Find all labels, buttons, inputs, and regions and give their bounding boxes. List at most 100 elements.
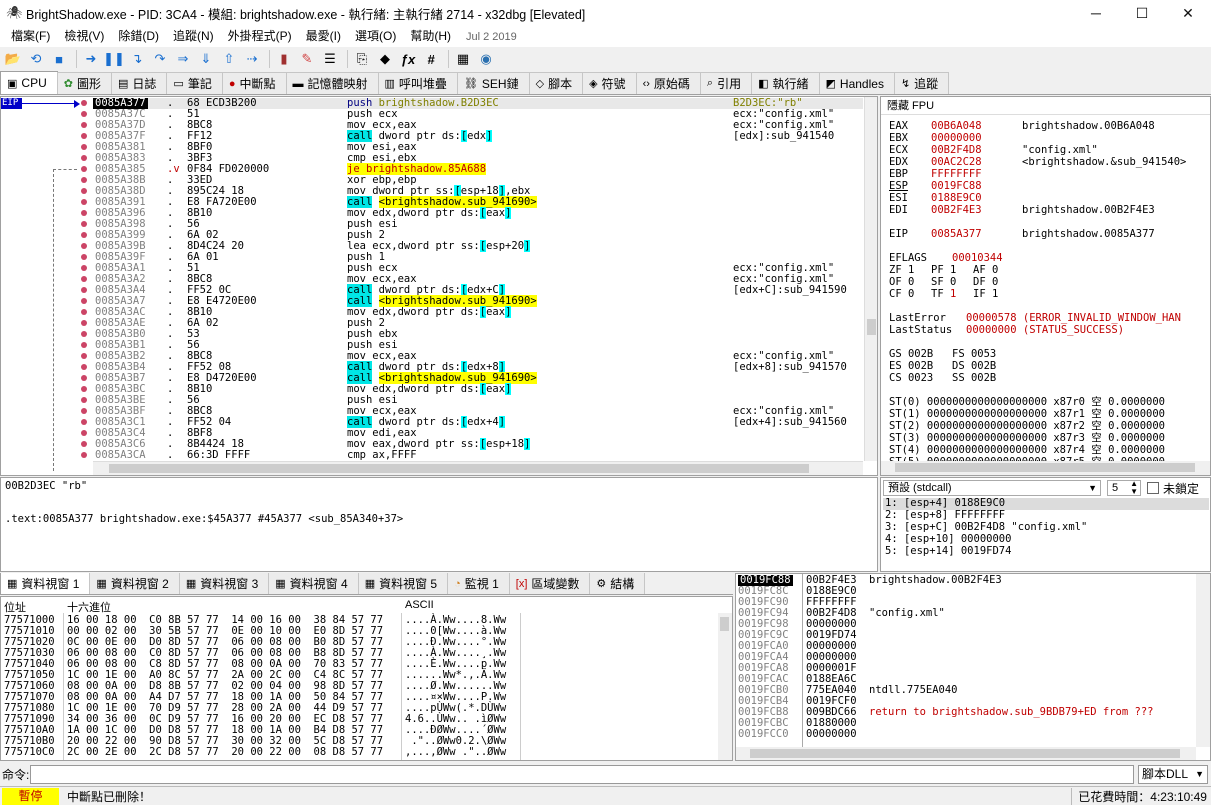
menu-item-3[interactable]: 追蹤(N) <box>166 26 221 47</box>
lock-checkbox[interactable] <box>1147 482 1159 494</box>
column-address[interactable]: 位址 <box>4 599 26 615</box>
tab-資料視窗-1[interactable]: ▦ 資料視窗 1 <box>0 573 91 594</box>
breakpoint-dot[interactable] <box>81 122 87 128</box>
hide-fpu-toggle[interactable]: 隱藏 FPU <box>881 97 1210 115</box>
breakpoint-dot[interactable] <box>81 177 87 183</box>
stack-row[interactable]: 0019FC94 00B2F4D8 "config.xml" <box>736 608 1196 619</box>
stack-horizontal-scrollbar[interactable] <box>736 747 1196 760</box>
disasm-row[interactable]: 0085A3BC. 8B10 mov edx,dword ptr ds:[eax] <box>93 383 863 395</box>
tab-資料視窗-2[interactable]: ▦ 資料視窗 2 <box>89 573 180 594</box>
tab-結構[interactable]: ⚙ 結構 <box>589 573 646 594</box>
breakpoint-dot[interactable] <box>81 408 87 414</box>
tab-區域變數[interactable]: [x] 區域變數 <box>508 573 591 594</box>
tab-log[interactable]: ▤ 日誌 <box>110 72 168 94</box>
calculator-icon[interactable]: ▦ <box>453 49 473 69</box>
column-hex[interactable]: 十六進位 <box>67 599 111 615</box>
label-icon[interactable]: ⎘ <box>352 49 372 69</box>
argument-count-stepper[interactable]: 5 ▲ ▼ <box>1107 480 1141 496</box>
tab-graph[interactable]: ✿ 圖形 <box>56 72 112 94</box>
register-line[interactable]: LastStatus 00000000 (STATUS_SUCCESS) <box>889 325 1209 337</box>
breakpoint-dot[interactable] <box>81 298 87 304</box>
stack-row[interactable]: 0019FCAC 0188EA6C <box>736 674 1196 685</box>
stack-value[interactable]: 00000000 <box>806 729 857 740</box>
breakpoint-dot[interactable] <box>81 397 87 403</box>
breakpoint-dot[interactable] <box>81 199 87 205</box>
breakpoint-dot[interactable] <box>81 375 87 381</box>
stack-row[interactable]: 0019FCBC 01880000 <box>736 718 1196 729</box>
menu-item-1[interactable]: 檢視(V) <box>57 26 111 47</box>
breakpoint-dot[interactable] <box>81 353 87 359</box>
breakpoint-dot[interactable] <box>81 320 87 326</box>
stack-row[interactable]: 0019FCA0 00000000 <box>736 641 1196 652</box>
dump-vertical-scrollbar[interactable] <box>718 613 732 760</box>
instruction-text[interactable]: cmp ax,FFFF <box>347 450 417 461</box>
globe-icon[interactable]: ◉ <box>476 49 496 69</box>
stop-icon[interactable]: ■ <box>49 49 69 69</box>
breakpoint-dot[interactable] <box>81 364 87 370</box>
breakpoint-dot[interactable] <box>81 419 87 425</box>
menu-item-4[interactable]: 外掛程式(P) <box>221 26 299 47</box>
tab-references[interactable]: ⌕ 引用 <box>699 72 753 94</box>
stack-row[interactable]: 0019FCB8 009BDC66 return to brightshadow.s… <box>736 707 1196 718</box>
minimize-button[interactable]: ─ <box>1073 0 1119 26</box>
breakpoint-dot[interactable] <box>81 254 87 260</box>
menu-item-6[interactable]: 選項(O) <box>348 26 403 47</box>
breakpoint-dot[interactable] <box>81 210 87 216</box>
function-icon[interactable]: ƒx <box>398 49 418 69</box>
instruction-address[interactable]: 0085A3CA <box>95 450 146 461</box>
restart-icon[interactable]: ⟲ <box>26 49 46 69</box>
execute-till-return-icon[interactable]: ⇧ <box>219 49 239 69</box>
tab-資料視窗-3[interactable]: ▦ 資料視窗 3 <box>178 573 270 594</box>
breakpoint-dot[interactable] <box>81 430 87 436</box>
register-line[interactable] <box>889 241 1209 253</box>
stack-vertical-scrollbar[interactable] <box>1196 574 1210 747</box>
disasm-row[interactable]: 0085A3CA. 66:3D FFFF cmp ax,FFFF <box>93 450 863 461</box>
breakpoint-dot[interactable] <box>81 221 87 227</box>
register-line[interactable]: GS 002B FS 0053 <box>889 349 1209 361</box>
dump-ascii[interactable]: ,...,ØWw ."..ØWw <box>405 747 506 758</box>
tab-資料視窗-4[interactable]: ▦ 資料視窗 4 <box>268 573 359 594</box>
dump-address[interactable]: 775710C0 <box>4 747 55 758</box>
stack-row[interactable]: 0019FCA8 0000001F <box>736 663 1196 674</box>
breakpoint-dot[interactable] <box>81 441 87 447</box>
stack-row[interactable]: 0019FCC0 00000000 <box>736 729 1196 740</box>
register-line[interactable]: EDI 00B2F4E3 brightshadow.00B2F4E3 <box>889 205 1209 217</box>
breakpoint-dot[interactable] <box>81 452 87 458</box>
tab-trace[interactable]: ↯ 追蹤 <box>893 72 950 94</box>
tab-cpu[interactable]: ▣ CPU <box>0 71 58 94</box>
breakpoint-dot[interactable] <box>81 188 87 194</box>
menu-item-7[interactable]: 幫助(H) <box>403 26 458 47</box>
tab-symbols[interactable]: ◈ 符號 <box>582 72 637 94</box>
stack-row[interactable]: 0019FC90 FFFFFFFF <box>736 597 1196 608</box>
disasm-row[interactable]: 0085A3B0. 53 push ebx <box>93 329 863 340</box>
tab-threads[interactable]: ◧ 執行緒 <box>751 72 820 94</box>
menu-item-0[interactable]: 檔案(F) <box>4 26 57 47</box>
stack-row[interactable]: 0019FC88 00B2F4E3 brightshadow.00B2F4E3 <box>736 575 1196 586</box>
calling-convention-select[interactable]: 預設 (stdcall) ▼ <box>883 480 1101 496</box>
breakpoint-dot[interactable] <box>81 309 87 315</box>
breakpoint-dot[interactable] <box>81 331 87 337</box>
register-line[interactable] <box>889 337 1209 349</box>
script-dll-select[interactable]: 腳本DLL ▼ <box>1138 764 1208 784</box>
breakpoint-dot[interactable] <box>81 111 87 117</box>
breakpoint-dot[interactable] <box>81 276 87 282</box>
tab-資料視窗-5[interactable]: ▦ 資料視窗 5 <box>357 573 449 594</box>
tab-監視-1[interactable]: ◔ 監視 1 <box>447 573 510 594</box>
tab-call-stack[interactable]: ▥ 呼叫堆疊 <box>377 72 458 94</box>
scylla-icon[interactable]: ▮ <box>274 49 294 69</box>
run-icon[interactable]: ➜ <box>81 49 101 69</box>
stack-row[interactable]: 0019FC8C 0188E9C0 <box>736 586 1196 597</box>
tab-notes[interactable]: ▭ 筆記 <box>166 72 223 94</box>
menu-item-2[interactable]: 除錯(D) <box>111 26 166 47</box>
breakpoint-dot[interactable] <box>81 155 87 161</box>
column-ascii[interactable]: ASCII <box>405 599 434 611</box>
comment-icon[interactable]: ☰ <box>320 49 340 69</box>
disassembly-listing[interactable]: 0085A377. 68 ECD3B200 push brightshadow.B2… <box>93 97 863 461</box>
open-icon[interactable]: 📂 <box>3 49 23 69</box>
tab-breakpoint[interactable]: ● 中斷點 <box>221 72 287 94</box>
dump-row[interactable]: 775710C0 2C 00 2E 00 2C D8 57 77 20 00 22… <box>1 747 717 758</box>
trace-into-icon[interactable]: ⇒ <box>173 49 193 69</box>
tab-source[interactable]: ‹› 原始碼 <box>635 72 701 94</box>
breakpoint-dot[interactable] <box>81 144 87 150</box>
command-input[interactable] <box>30 764 1134 784</box>
